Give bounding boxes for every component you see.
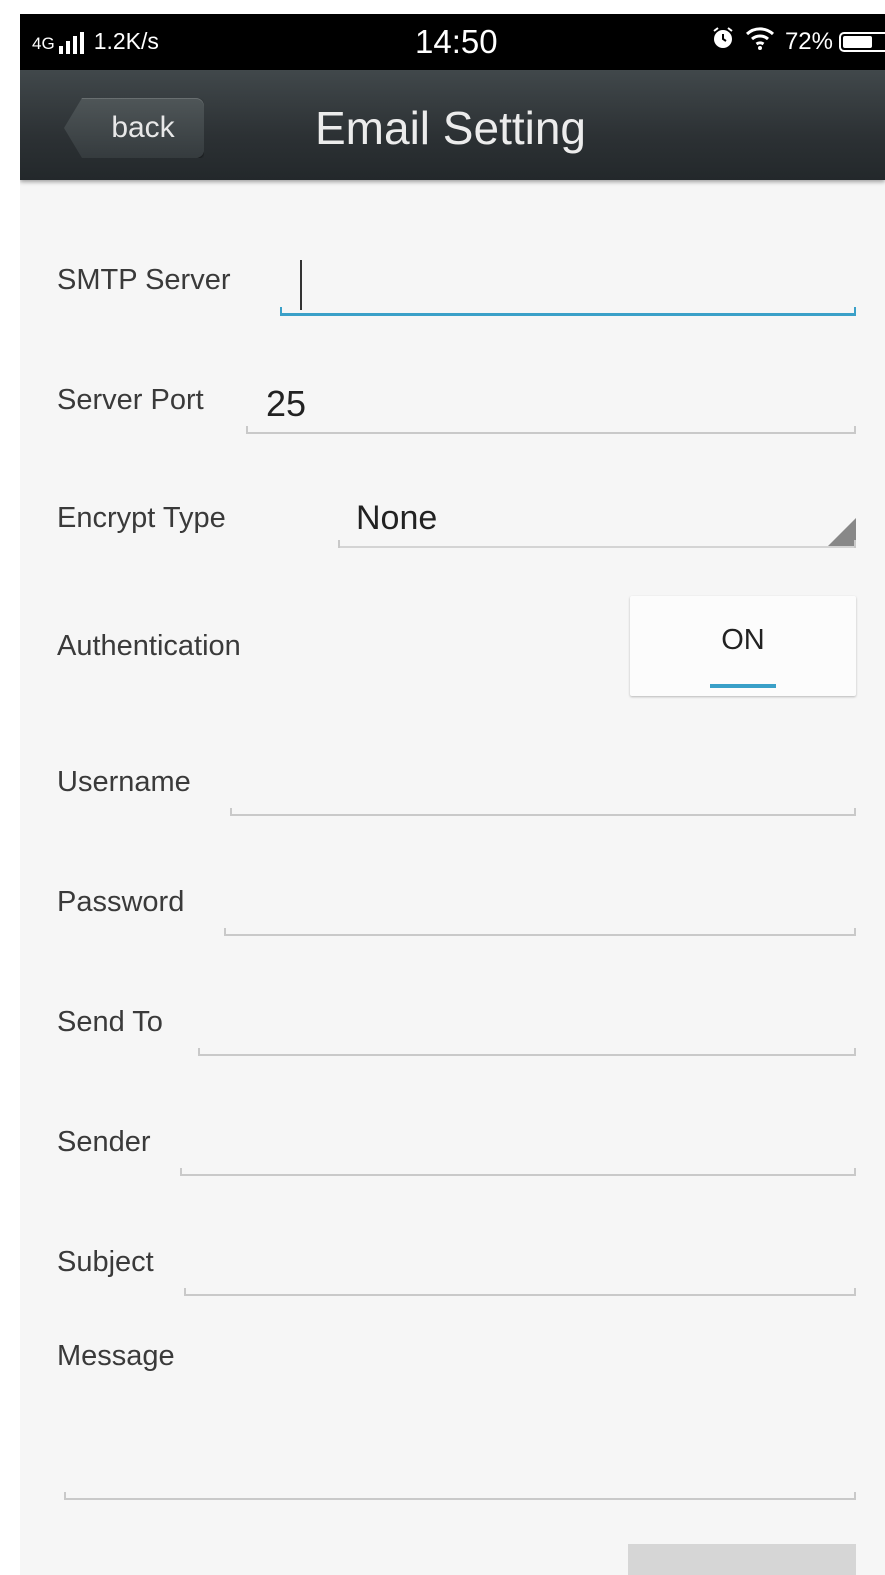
authentication-label: Authentication <box>57 630 241 662</box>
encrypt-type-select[interactable]: None <box>338 499 856 548</box>
sender-input[interactable] <box>180 1132 856 1176</box>
toggle-on-indicator <box>710 684 776 688</box>
username-label: Username <box>57 766 191 798</box>
wifi-icon <box>745 26 775 57</box>
battery-icon <box>839 31 885 52</box>
subject-input[interactable] <box>184 1252 856 1296</box>
back-button[interactable]: back <box>64 98 204 158</box>
alarm-icon <box>711 26 735 57</box>
status-left: 4G 1.2K/s <box>32 28 159 54</box>
send-to-input[interactable] <box>198 1012 856 1056</box>
page-title: Email Setting <box>315 102 587 154</box>
save-button[interactable] <box>628 1544 856 1575</box>
authentication-toggle[interactable]: ON <box>630 596 856 696</box>
battery-level <box>843 35 872 48</box>
network-type: 4G <box>32 34 55 53</box>
sender-label: Sender <box>57 1126 151 1158</box>
message-input[interactable] <box>64 1384 856 1500</box>
server-port-input[interactable]: 25 <box>246 383 856 434</box>
signal-icon <box>58 32 84 54</box>
status-right: 72% <box>711 26 885 57</box>
text-cursor <box>300 260 302 310</box>
subject-label: Subject <box>57 1246 154 1278</box>
nav-bar: back Email Setting <box>20 70 885 180</box>
app-frame: 4G 1.2K/s 14:50 72% back Email Setting S… <box>20 14 885 1575</box>
server-port-label: Server Port <box>57 384 204 416</box>
smtp-server-input[interactable] <box>280 260 856 316</box>
dropdown-arrow-icon <box>828 518 856 546</box>
network-speed: 1.2K/s <box>93 28 159 54</box>
smtp-server-label: SMTP Server <box>57 264 231 296</box>
message-label: Message <box>57 1340 175 1372</box>
status-bar: 4G 1.2K/s 14:50 72% <box>20 14 885 70</box>
password-label: Password <box>57 886 185 918</box>
send-to-label: Send To <box>57 1006 163 1038</box>
password-input[interactable] <box>224 892 856 936</box>
battery-percent: 72% <box>784 27 833 55</box>
status-time: 14:50 <box>415 23 498 60</box>
server-port-value: 25 <box>266 383 307 424</box>
encrypt-type-label: Encrypt Type <box>57 502 226 534</box>
encrypt-type-value: None <box>356 499 438 537</box>
username-input[interactable] <box>230 772 856 816</box>
authentication-toggle-text: ON <box>721 624 765 656</box>
